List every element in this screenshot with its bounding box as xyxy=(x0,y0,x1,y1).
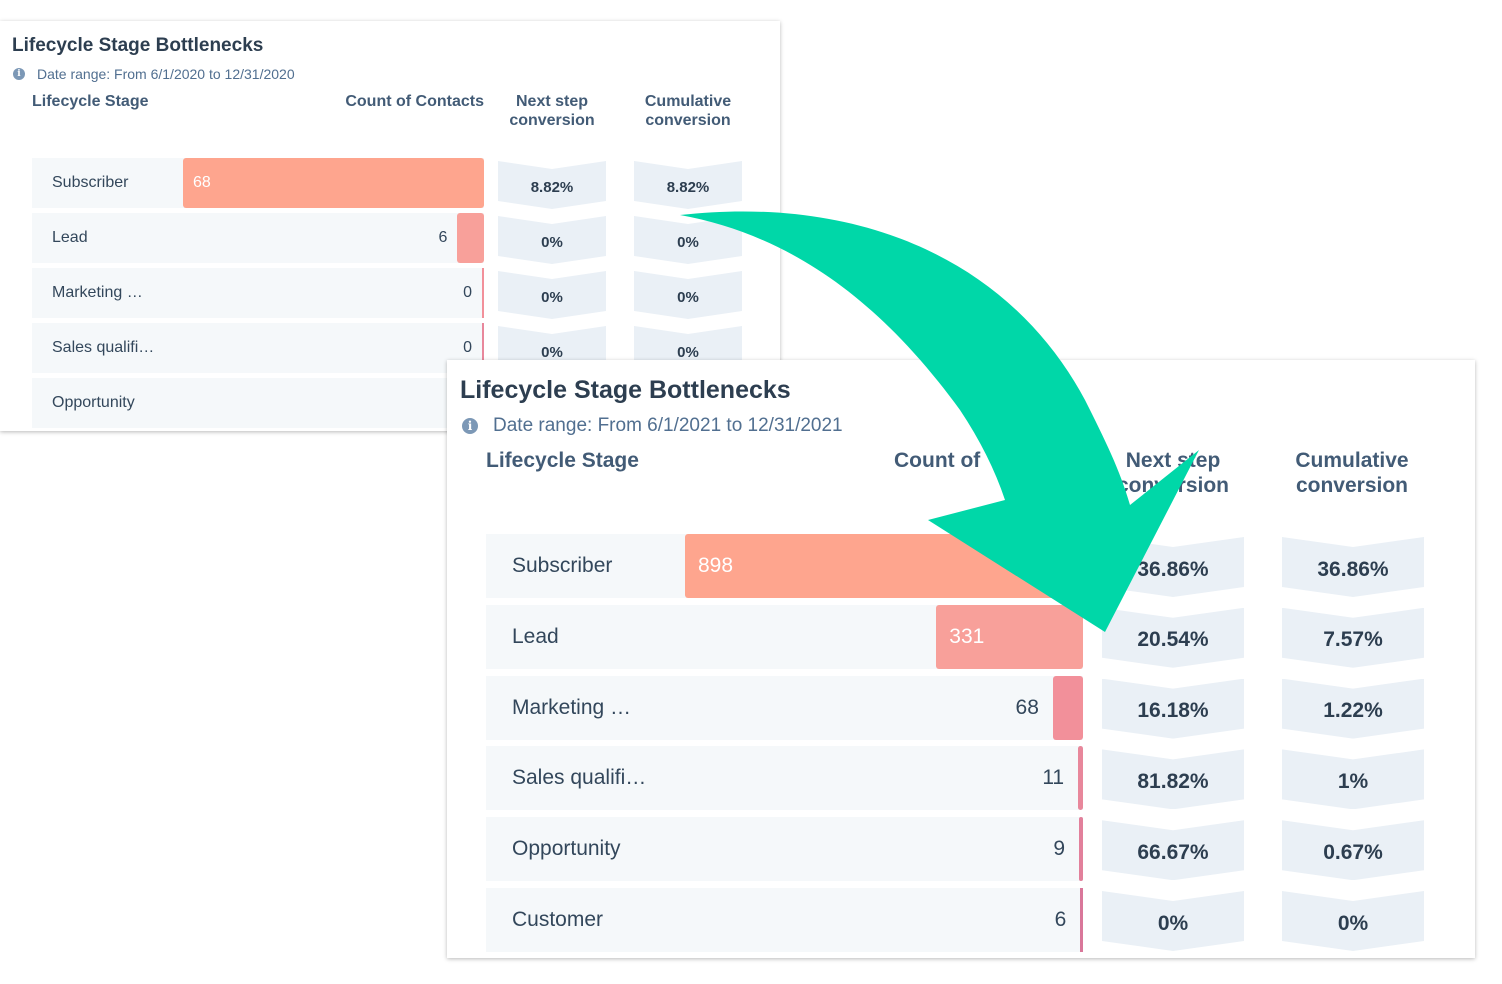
stage-label: Subscriber xyxy=(52,174,129,191)
count-value: 6 xyxy=(438,229,448,246)
count-bar[interactable] xyxy=(1052,675,1083,740)
report-title: Lifecycle Stage Bottlenecks xyxy=(460,376,791,404)
funnel-row[interactable]: Lead 6 xyxy=(32,213,484,263)
stage-label: Lead xyxy=(512,624,559,648)
column-header-cumulative: Cumulative conversion xyxy=(1295,449,1409,498)
date-range-text: Date range: From 6/1/2020 to 12/31/2020 xyxy=(37,66,295,82)
stage-label: Customer xyxy=(512,908,604,931)
cumulative-conversion-chevron: 0% xyxy=(634,271,742,319)
count-bar[interactable] xyxy=(685,534,1083,598)
stage-label: Subscriber xyxy=(512,554,613,577)
next-step-conversion-chevron: 66.67% xyxy=(1102,820,1244,880)
stage-label: Sales qualifi… xyxy=(512,766,647,790)
column-header-next-step: Next step conversion xyxy=(1116,449,1230,498)
column-header-next-step: Next step conversion xyxy=(509,93,595,130)
cumulative-conversion-chevron: 0.67% xyxy=(1282,820,1424,880)
next-step-conversion-chevron: 81.82% xyxy=(1102,749,1244,809)
funnel-row[interactable]: Marketing … 68 xyxy=(486,675,1083,740)
funnel-row[interactable]: Marketing … 0 xyxy=(32,268,484,318)
stage-label: Opportunity xyxy=(512,837,621,861)
report-title: Lifecycle Stage Bottlenecks xyxy=(12,35,264,56)
count-bar[interactable] xyxy=(457,213,484,263)
count-value: 6 xyxy=(1054,908,1067,931)
stage-label: Marketing … xyxy=(52,284,143,301)
info-icon[interactable]: i xyxy=(13,68,25,80)
info-icon[interactable]: i xyxy=(462,418,478,434)
count-bar[interactable] xyxy=(1080,888,1083,952)
date-range: i Date range: From 6/1/2021 to 12/31/202… xyxy=(462,415,843,437)
column-header-cumulative: Cumulative conversion xyxy=(644,93,732,130)
next-step-conversion-chevron: 0% xyxy=(498,271,606,319)
funnel-row[interactable]: Opportunity xyxy=(32,378,484,428)
funnel-row[interactable]: Sales qualifi… 0 xyxy=(32,323,484,373)
next-step-conversion-chevron: 8.82% xyxy=(498,161,606,209)
stage-label: Sales qualifi… xyxy=(52,339,155,356)
cumulative-conversion-chevron: 7.57% xyxy=(1282,608,1424,668)
funnel-row[interactable]: Subscriber 898 xyxy=(486,534,1083,598)
column-header-stage: Lifecycle Stage xyxy=(32,93,149,110)
count-value: 9 xyxy=(1053,837,1066,861)
stage-label: Marketing … xyxy=(512,695,632,719)
cumulative-conversion-chevron: 1.22% xyxy=(1282,679,1424,739)
count-value: 68 xyxy=(1015,695,1039,719)
column-header-stage: Lifecycle Stage xyxy=(486,449,639,472)
next-step-conversion-chevron: 36.86% xyxy=(1102,537,1244,597)
count-value: 68 xyxy=(193,174,211,191)
funnel-row[interactable]: Subscriber 68 xyxy=(32,158,484,208)
cumulative-conversion-chevron: 1% xyxy=(1282,749,1424,809)
count-bar[interactable] xyxy=(1079,817,1083,882)
next-step-conversion-chevron: 16.18% xyxy=(1102,679,1244,739)
funnel-row[interactable]: Opportunity 9 xyxy=(486,817,1083,882)
funnel-row[interactable]: Sales qualifi… 11 xyxy=(486,746,1083,811)
date-range: i Date range: From 6/1/2020 to 12/31/202… xyxy=(13,66,295,82)
stage-label: Opportunity xyxy=(52,394,135,411)
funnel-row[interactable]: Lead 331 xyxy=(486,604,1083,669)
funnel-row[interactable]: Customer 6 xyxy=(486,888,1083,952)
stage-label: Lead xyxy=(52,229,88,246)
cumulative-conversion-chevron: 0% xyxy=(1282,891,1424,951)
cumulative-conversion-chevron: 36.86% xyxy=(1282,537,1424,597)
next-step-conversion-chevron: 0% xyxy=(1102,891,1244,951)
report-card-2021: Lifecycle Stage Bottlenecks i Date range… xyxy=(447,360,1475,958)
count-bar[interactable] xyxy=(183,158,484,208)
next-step-conversion-chevron: 0% xyxy=(498,216,606,264)
column-header-count: Count of xyxy=(894,449,981,472)
count-value: 11 xyxy=(1042,766,1065,790)
count-value: 0 xyxy=(463,284,472,301)
count-value: 331 xyxy=(949,624,985,648)
column-header-count: Count of Contacts xyxy=(345,93,484,110)
count-value: 898 xyxy=(698,554,734,577)
count-bar[interactable] xyxy=(482,268,484,318)
cumulative-conversion-chevron: 8.82% xyxy=(634,161,742,209)
count-bar[interactable] xyxy=(1078,746,1083,811)
date-range-text: Date range: From 6/1/2021 to 12/31/2021 xyxy=(493,415,843,436)
next-step-conversion-chevron: 20.54% xyxy=(1102,608,1244,668)
cumulative-conversion-chevron: 0% xyxy=(634,216,742,264)
